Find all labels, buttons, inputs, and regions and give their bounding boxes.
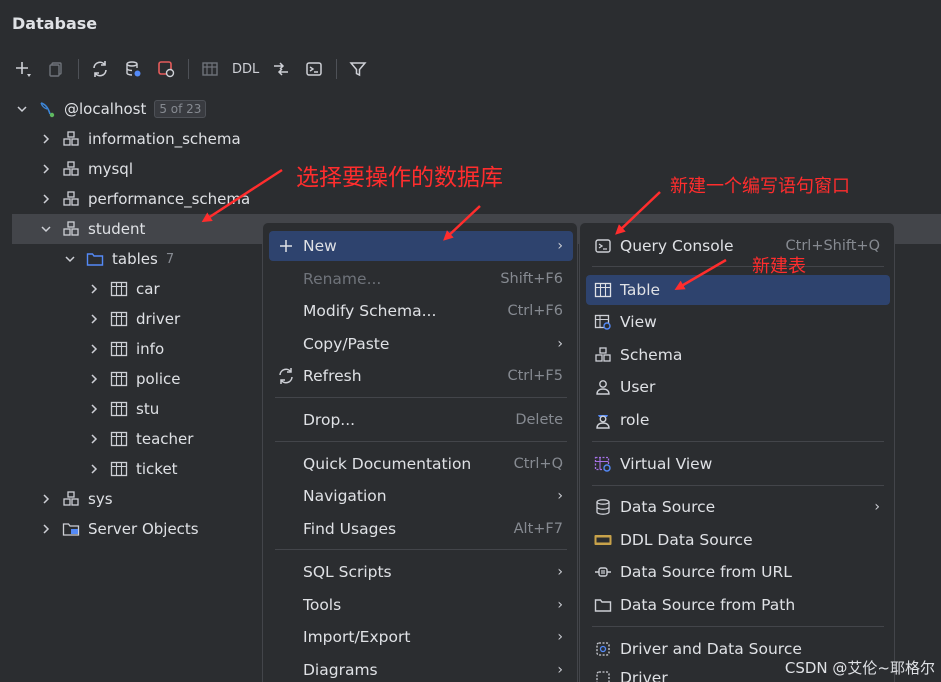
annotation-new-table: 新建表: [752, 256, 806, 277]
annotation-arrow: [615, 191, 661, 235]
annotation-arrow: [201, 168, 283, 223]
annotation-arrows: [201, 168, 727, 291]
annotation-new-console: 新建一个编写语句窗口: [670, 176, 850, 197]
annotation-arrow: [674, 258, 727, 291]
annotation-arrow: [443, 205, 481, 241]
annotation-select-db: 选择要操作的数据库: [296, 165, 503, 191]
watermark: CSDN @艾伦~耶格尔: [784, 659, 935, 677]
